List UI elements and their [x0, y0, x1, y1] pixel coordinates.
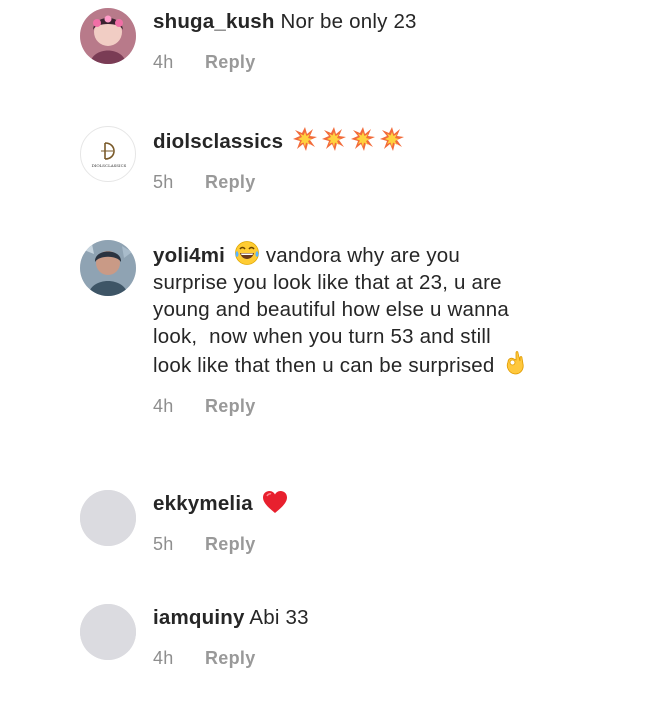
comment-username[interactable]: ekkymelia — [153, 492, 253, 515]
joy-emoji — [235, 241, 259, 265]
comment-body: diolsclassics 5h Reply — [153, 126, 533, 193]
default-avatar — [80, 604, 136, 660]
comment-username[interactable]: iamquiny — [153, 606, 245, 629]
comment-timestamp: 4h — [153, 648, 174, 668]
comment-meta: 4h Reply — [153, 648, 533, 669]
comment-body: yoli4mi vandora why are you surprise you… — [153, 240, 533, 417]
comment-username[interactable]: shuga_kush — [153, 10, 275, 33]
comment-timestamp: 5h — [153, 172, 174, 192]
user-avatar[interactable] — [80, 604, 136, 660]
comment-text: iamquiny Abi 33 — [153, 604, 533, 631]
photo-avatar-pink — [80, 8, 136, 64]
comment-meta: 4h Reply — [153, 52, 533, 73]
comment-username[interactable]: yoli4mi — [153, 244, 225, 267]
comment-message: Nor be only 23 — [280, 10, 417, 33]
reply-button[interactable]: Reply — [205, 648, 256, 668]
collision-emoji — [351, 127, 376, 151]
comment-body: ekkymelia 5h Reply — [153, 490, 533, 555]
comment-timestamp: 4h — [153, 396, 174, 416]
user-avatar[interactable]: DIOLSCLASSICS — [80, 126, 136, 182]
reply-button[interactable]: Reply — [205, 534, 256, 554]
ok-hand-emoji — [507, 351, 524, 375]
comment-meta: 4h Reply — [153, 396, 533, 417]
comment-body: shuga_kush Nor be only 23 4h Reply — [153, 8, 533, 73]
user-avatar[interactable] — [80, 240, 136, 296]
comment-timestamp: 5h — [153, 534, 174, 554]
comment-username[interactable]: diolsclassics — [153, 130, 283, 153]
photo-avatar-blue — [80, 240, 136, 296]
brand-logo-avatar: DIOLSCLASSICS — [92, 142, 127, 168]
comment-message: Abi 33 — [249, 606, 309, 629]
collision-emoji — [322, 127, 347, 151]
comment-text: ekkymelia — [153, 490, 533, 517]
user-avatar[interactable] — [80, 490, 136, 546]
comment-text: diolsclassics — [153, 126, 533, 155]
brand-logo-text: DIOLSCLASSICS — [92, 163, 127, 168]
user-avatar[interactable] — [80, 8, 136, 64]
comment-meta: 5h Reply — [153, 172, 533, 193]
collision-emoji — [380, 127, 405, 151]
emoji-group — [289, 127, 405, 153]
comment-timestamp: 4h — [153, 52, 174, 72]
comment-text: shuga_kush Nor be only 23 — [153, 8, 533, 35]
reply-button[interactable]: Reply — [205, 396, 256, 416]
comment-meta: 5h Reply — [153, 534, 533, 555]
reply-button[interactable]: Reply — [205, 172, 256, 192]
reply-button[interactable]: Reply — [205, 52, 256, 72]
collision-emoji — [293, 127, 318, 151]
red-heart-emoji — [262, 491, 287, 513]
default-avatar — [80, 490, 136, 546]
comment-body: iamquiny Abi 33 4h Reply — [153, 604, 533, 669]
comment-text: yoli4mi vandora why are you surprise you… — [153, 240, 533, 379]
